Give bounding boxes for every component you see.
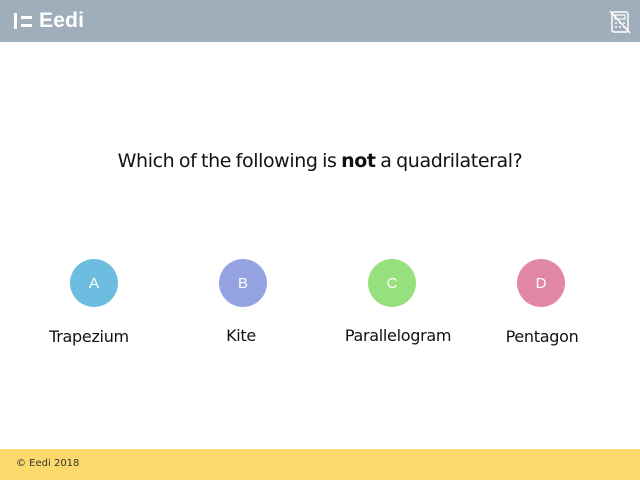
footer-bar: © Eedi 2018 xyxy=(0,449,640,480)
option-a-badge[interactable]: A xyxy=(70,259,118,307)
option-d-answer[interactable]: Pentagon xyxy=(462,327,622,346)
calculator-not-allowed-icon xyxy=(609,10,631,34)
option-b-letter: B xyxy=(237,274,248,292)
question-text-after: a quadrilateral? xyxy=(375,150,523,172)
option-a-letter: A xyxy=(88,274,99,292)
option-c-letter: C xyxy=(386,274,398,292)
eedi-logo[interactable]: Eedi xyxy=(14,8,84,34)
brand-name: Eedi xyxy=(39,9,85,32)
header-bar: Eedi xyxy=(0,0,640,42)
option-d-badge[interactable]: D xyxy=(517,259,565,307)
option-b-badge[interactable]: B xyxy=(219,259,267,307)
option-c-answer[interactable]: Parallelogram xyxy=(318,326,478,345)
option-b-answer[interactable]: Kite xyxy=(161,326,321,345)
question-emphasis: not xyxy=(341,150,376,172)
option-a-answer[interactable]: Trapezium xyxy=(9,327,169,346)
eedi-logo-icon xyxy=(14,13,32,29)
option-c-badge[interactable]: C xyxy=(368,259,416,307)
question-text: Which of the following is not a quadrila… xyxy=(0,150,640,172)
question-text-before: Which of the following is xyxy=(117,150,342,172)
option-d-letter: D xyxy=(535,274,547,292)
copyright-text: © Eedi 2018 xyxy=(16,458,80,469)
